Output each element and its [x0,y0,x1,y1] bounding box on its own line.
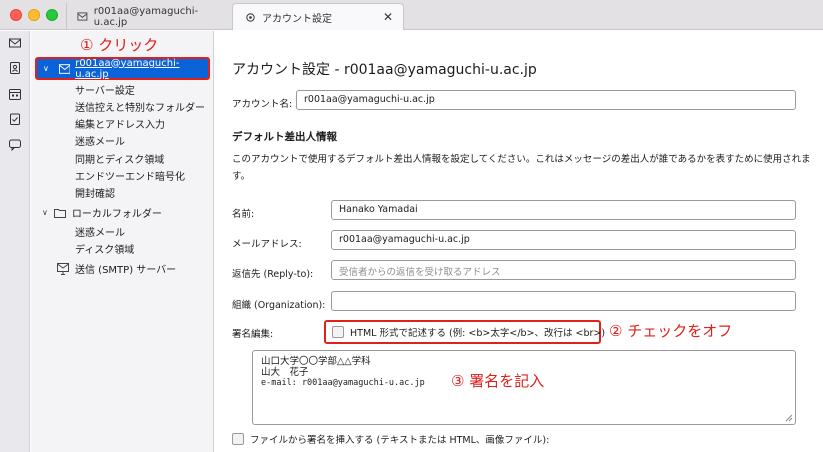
file-signature-row[interactable]: ファイルから署名を挿入する (テキストまたは HTML、画像ファイル): [232,432,549,446]
spaces-toolbar [0,31,30,452]
tab-mail[interactable]: r001aa@yamaguchi-u.ac.jp [66,3,229,30]
annotation-click: ① クリック [80,36,159,54]
tab-label: r001aa@yamaguchi-u.ac.jp [93,5,199,28]
folder-item-server-settings[interactable]: サーバー設定 [75,82,135,97]
folder-tree-account[interactable]: ∨ r001aa@yamaguchi-u.ac.jp [35,57,210,80]
chat-icon[interactable] [9,139,21,151]
account-name: r001aa@yamaguchi-u.ac.jp [75,57,180,80]
file-signature-checkbox[interactable] [232,433,244,445]
address-book-icon[interactable] [9,62,21,74]
account-name-field[interactable]: r001aa@yamaguchi-u.ac.jp [296,90,796,110]
name-field[interactable]: Hanako Yamadai [331,200,796,220]
chevron-down-icon[interactable]: ∨ [43,64,53,73]
html-format-checkbox[interactable] [332,326,344,338]
reply-to-field[interactable]: 受信者からの返信を受け取るアドレス [331,260,796,280]
local-folders-label: ローカルフォルダー [71,209,162,220]
smtp-server-icon [57,262,69,275]
calendar-icon[interactable] [9,88,21,100]
account-name-label: アカウント名: [232,99,293,110]
annotation-uncheck: ② チェックをオフ [609,322,733,340]
tab-label: アカウント設定 [262,13,332,25]
close-window-button[interactable] [10,9,22,21]
section-description: このアカウントで使用するデフォルト差出人情報を設定してください。これはメッセージ… [232,154,811,182]
tasks-icon[interactable] [9,113,21,125]
tab-account-settings[interactable]: アカウント設定 ✕ [232,3,404,30]
folder-item-copies-folders[interactable]: 送信控えと特別なフォルダー [75,99,205,114]
organization-label: 組織 (Organization): [232,300,326,311]
mail-icon[interactable] [9,37,21,49]
resize-grip-icon[interactable] [785,414,793,422]
folder-item-receipts[interactable]: 開封確認 [75,185,115,200]
file-signature-label: ファイルから署名を挿入する (テキストまたは HTML、画像ファイル): [250,435,550,446]
email-label: メールアドレス: [232,239,302,250]
chevron-down-icon[interactable]: ∨ [42,208,48,217]
minimize-window-button[interactable] [28,9,40,21]
folder-item-local-junk[interactable]: 迷惑メール [75,224,125,239]
folder-item-e2e[interactable]: エンドツーエンド暗号化 [75,168,185,183]
title-bar: r001aa@yamaguchi-u.ac.jp アカウント設定 ✕ [0,0,823,30]
folder-item-local-disk[interactable]: ディスク領域 [75,241,134,256]
folder-icon [53,208,66,218]
name-label: 名前: [232,209,255,220]
organization-field[interactable] [331,291,796,311]
page-title: アカウント設定 - r001aa@yamaguchi-u.ac.jp [232,62,537,78]
signature-line: 山口大学〇〇学部△△学科 [261,356,371,367]
account-mail-icon [58,63,71,74]
html-format-checkbox-row[interactable]: HTML 形式で記述する (例: <b>太字</b>、改行は <br>) [324,320,605,344]
html-format-label: HTML 形式で記述する (例: <b>太字</b>、改行は <br>) [350,328,606,339]
email-field[interactable]: r001aa@yamaguchi-u.ac.jp [331,230,796,250]
section-title: デフォルト差出人情報 [232,131,337,143]
folder-tree-smtp[interactable]: 送信 (SMTP) サーバー [57,261,176,276]
signature-label: 署名編集: [232,329,274,340]
close-icon[interactable]: ✕ [383,10,393,24]
folder-item-sync[interactable]: 同期とディスク領域 [75,151,164,166]
mail-tab-icon [77,12,88,21]
reply-to-label: 返信先 (Reply-to): [232,269,314,280]
folder-tree-local[interactable]: ∨ ローカルフォルダー [42,205,162,220]
folder-item-composition[interactable]: 編集とアドレス入力 [75,116,165,131]
folder-item-junk[interactable]: 迷惑メール [75,133,125,148]
smtp-label: 送信 (SMTP) サーバー [75,265,177,276]
annotation-signature: ③ 署名を記入 [451,372,545,390]
zoom-window-button[interactable] [46,9,58,21]
gear-icon [246,12,255,22]
